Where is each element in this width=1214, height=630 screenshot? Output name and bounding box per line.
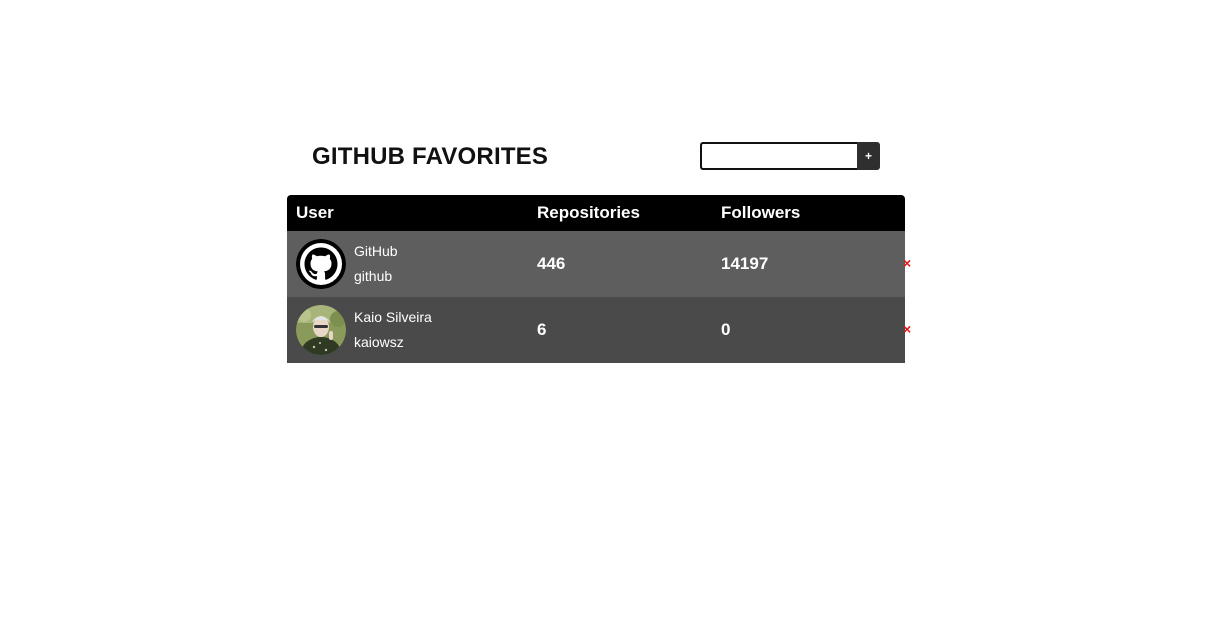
header: GITHUB FAVORITES +	[287, 140, 905, 195]
search-bar: +	[700, 142, 880, 170]
user-login: github	[354, 268, 393, 284]
user-photo	[296, 305, 346, 355]
user-cell: GitHub github	[287, 231, 528, 297]
user-name: GitHub	[354, 243, 398, 259]
remove-button[interactable]: ×	[903, 255, 911, 271]
followers-count: 14197	[712, 231, 848, 297]
column-header-actions	[848, 195, 905, 231]
table-row: Kaio Silveira kaiowsz 6 0 ×	[287, 297, 911, 363]
column-header-repositories: Repositories	[528, 195, 712, 231]
column-header-user: User	[287, 195, 528, 231]
table-row: GitHub github 446 14197 ×	[287, 231, 911, 297]
actions-cell: ×	[848, 297, 911, 363]
actions-cell: ×	[848, 231, 911, 297]
followers-count: 0	[712, 297, 848, 363]
github-octocat-icon	[296, 239, 346, 289]
favorites-table: User Repositories Followers GitHub githu…	[287, 195, 911, 363]
column-header-followers: Followers	[712, 195, 848, 231]
user-name: Kaio Silveira	[354, 309, 432, 325]
repositories-count: 446	[528, 231, 712, 297]
user-login: kaiowsz	[354, 334, 404, 350]
page-title: GITHUB FAVORITES	[312, 143, 549, 170]
app-container: GITHUB FAVORITES + User Repositories Fol…	[287, 140, 911, 363]
repositories-count: 6	[528, 297, 712, 363]
user-cell: Kaio Silveira kaiowsz	[287, 297, 528, 363]
table-header-row: User Repositories Followers	[287, 195, 905, 231]
add-favorite-button[interactable]: +	[857, 142, 880, 170]
search-input[interactable]	[700, 142, 857, 170]
remove-button[interactable]: ×	[903, 321, 911, 337]
